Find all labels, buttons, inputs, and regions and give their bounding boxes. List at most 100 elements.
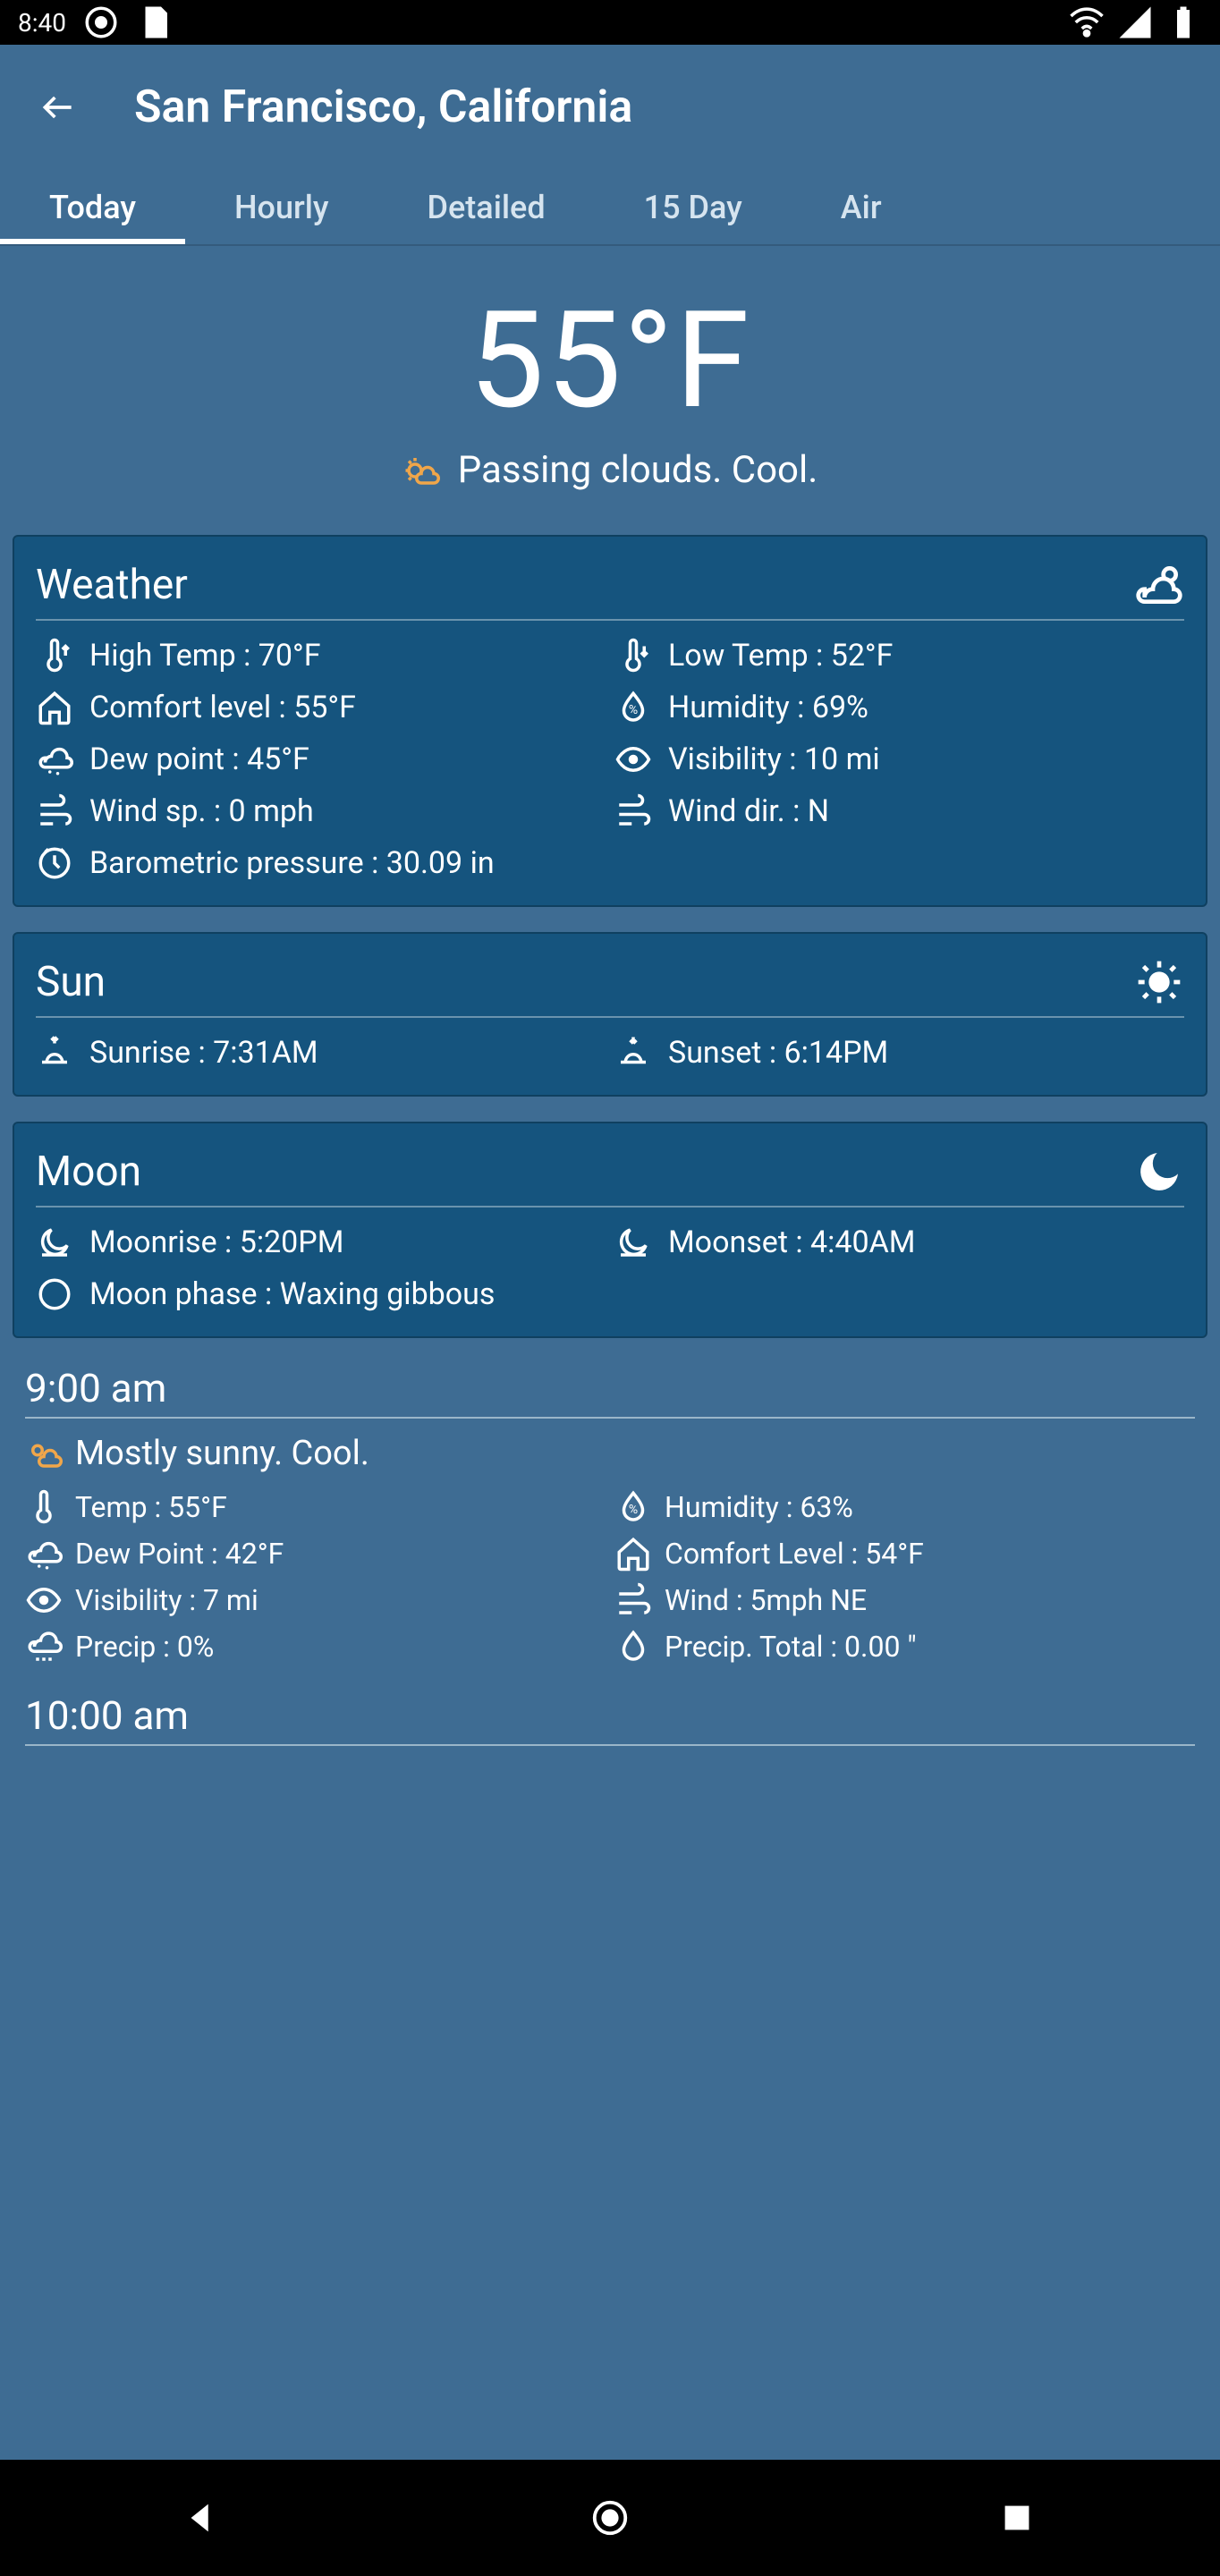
circle-icon [82, 4, 120, 41]
thermo-icon [25, 1488, 63, 1526]
data-row: Wind sp. : 0 mph [36, 792, 606, 830]
thermo-up-icon [36, 637, 73, 674]
weather-card: Weather High Temp : 70°FLow Temp : 52°FC… [13, 535, 1207, 907]
tab-detailed[interactable]: Detailed [378, 170, 595, 244]
data-row: High Temp : 70°F [36, 637, 606, 674]
sunrise-icon [36, 1034, 73, 1072]
tab-hourly[interactable]: Hourly [185, 170, 378, 244]
data-row: Moonrise : 5:20PM [36, 1224, 606, 1261]
wind-icon [36, 792, 73, 830]
hourly-time: 9:00 am [25, 1365, 1195, 1419]
data-row: Dew Point : 42°F [25, 1535, 606, 1572]
card-title: Moon [36, 1148, 141, 1196]
data-label: Sunset : 6:14PM [668, 1035, 888, 1071]
data-row: Low Temp : 52°F [614, 637, 1184, 674]
data-label: Visibility : 7 mi [75, 1583, 258, 1617]
hourly-time: 10:00 am [25, 1692, 1195, 1746]
hourly-section: 9:00 am Mostly sunny. Cool. Temp : 55°F% Hu… [13, 1365, 1207, 1665]
home-icon [614, 1535, 652, 1572]
current-temp: 55°F [13, 282, 1207, 439]
humidity-icon: % [614, 689, 652, 726]
sun-icon [1134, 957, 1184, 1007]
humidity-icon: % [614, 1488, 652, 1526]
hourly-section: 10:00 am [13, 1692, 1207, 1746]
data-row: Sunrise : 7:31AM [36, 1034, 606, 1072]
svg-text:%: % [629, 1503, 638, 1517]
tab-air[interactable]: Air [792, 170, 931, 244]
data-row: Barometric pressure : 30.09 in [36, 844, 1184, 882]
data-label: Humidity : 63% [665, 1490, 853, 1524]
moonset-icon [614, 1224, 652, 1261]
sun-card: Sun Sunrise : 7:31AM Sunset : 6:14PM [13, 932, 1207, 1097]
data-row: Moonset : 4:40AM [614, 1224, 1184, 1261]
hourly-desc: Mostly sunny. Cool. [25, 1431, 1195, 1476]
hourly-desc-text: Mostly sunny. Cool. [75, 1434, 369, 1473]
data-label: Visibility : 10 mi [668, 741, 880, 777]
tab-label: 15 Day [644, 189, 742, 226]
tab-label: Hourly [234, 189, 329, 226]
data-row: Comfort level : 55°F [36, 689, 606, 726]
tab-today[interactable]: Today [0, 170, 185, 244]
tab-label: Air [841, 189, 882, 226]
nav-back-button[interactable] [172, 2487, 234, 2549]
content-scroll[interactable]: 55°F Passing clouds. Cool. Weather High … [0, 246, 1220, 2460]
data-row: Precip : 0% [25, 1628, 606, 1665]
sd-card-icon [136, 4, 174, 41]
moonrise-icon [36, 1224, 73, 1261]
data-label: Moonset : 4:40AM [668, 1224, 915, 1260]
data-row: Moon phase : Waxing gibbous [36, 1275, 1184, 1313]
data-row: % Humidity : 69% [614, 689, 1184, 726]
data-row: Wind : 5mph NE [614, 1581, 1195, 1619]
tab-label: Detailed [428, 189, 546, 226]
data-label: Moon phase : Waxing gibbous [89, 1276, 495, 1312]
data-label: Barometric pressure : 30.09 in [89, 845, 495, 881]
data-row: Visibility : 7 mi [25, 1581, 606, 1619]
tab-label: Today [49, 189, 136, 226]
data-label: Wind sp. : 0 mph [89, 793, 314, 829]
card-title: Sun [36, 958, 106, 1006]
data-row: Precip. Total : 0.00 " [614, 1628, 1195, 1665]
data-label: Wind dir. : N [668, 793, 829, 829]
current-desc: Passing clouds. Cool. [458, 448, 818, 492]
back-button[interactable] [27, 76, 89, 139]
nav-recents-button[interactable] [986, 2487, 1048, 2549]
app-bar: San Francisco, California Today Hourly D… [0, 45, 1220, 246]
eye-icon [614, 741, 652, 778]
cloud-dew-icon [25, 1535, 63, 1572]
svg-text:%: % [629, 703, 638, 717]
partly-sunny-icon [25, 1431, 63, 1476]
data-label: High Temp : 70°F [89, 638, 321, 674]
data-label: Dew Point : 42°F [75, 1537, 284, 1571]
cloud-rain-icon [25, 1628, 63, 1665]
data-row: % Humidity : 63% [614, 1488, 1195, 1526]
eye-icon [25, 1581, 63, 1619]
cloud-dew-icon [36, 741, 73, 778]
moonphase-icon [36, 1275, 73, 1313]
page-title: San Francisco, California [134, 81, 632, 133]
moon-card: Moon Moonrise : 5:20PM Moonset : 4:40AM Mo… [13, 1122, 1207, 1338]
data-label: Humidity : 69% [668, 690, 868, 725]
data-label: Low Temp : 52°F [668, 638, 893, 674]
data-label: Comfort level : 55°F [89, 690, 356, 725]
nav-home-button[interactable] [579, 2487, 641, 2549]
data-row: Wind dir. : N [614, 792, 1184, 830]
data-row: Comfort Level : 54°F [614, 1535, 1195, 1572]
data-row: Dew point : 45°F [36, 741, 606, 778]
data-label: Comfort Level : 54°F [665, 1537, 924, 1571]
data-row: Sunset : 6:14PM [614, 1034, 1184, 1072]
data-row: Temp : 55°F [25, 1488, 606, 1526]
pressure-icon [36, 844, 73, 882]
data-label: Precip : 0% [75, 1630, 214, 1664]
data-label: Precip. Total : 0.00 " [665, 1630, 917, 1664]
sunset-icon [614, 1034, 652, 1072]
home-icon [36, 689, 73, 726]
cell-signal-icon [1116, 4, 1154, 41]
tab-15day[interactable]: 15 Day [595, 170, 792, 244]
data-label: Temp : 55°F [75, 1490, 227, 1524]
drop-icon [614, 1628, 652, 1665]
data-row: Visibility : 10 mi [614, 741, 1184, 778]
data-label: Moonrise : 5:20PM [89, 1224, 343, 1260]
data-label: Dew point : 45°F [89, 741, 309, 777]
wind-icon [614, 1581, 652, 1619]
status-time: 8:40 [18, 8, 66, 38]
